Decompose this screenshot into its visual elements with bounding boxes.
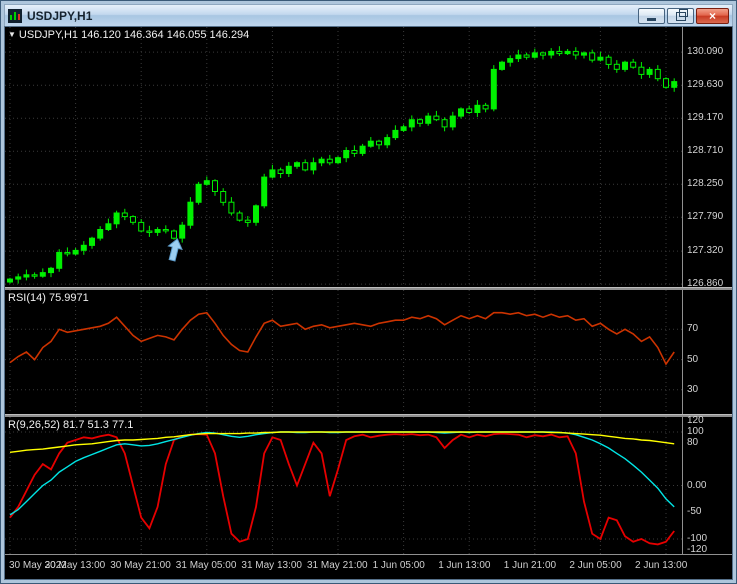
ohlc-info-text: USDJPY,H1 146.120 146.364 146.055 146.29… <box>18 29 250 41</box>
axis-tick-label: 129.170 <box>687 112 724 124</box>
window-titlebar[interactable]: USDJPY,H1 × <box>4 4 733 26</box>
time-tick-label: 31 May 21:00 <box>307 560 368 571</box>
chart-frame: ▼ USDJPY,H1 146.120 146.364 146.055 146.2… <box>4 26 733 580</box>
time-tick-label: 2 Jun 05:00 <box>569 560 622 571</box>
axis-tick-label: 30 <box>687 383 699 395</box>
candlestick-chart[interactable] <box>5 27 682 287</box>
oscillator-chart[interactable] <box>5 417 682 554</box>
time-tick-label: 30 May 21:00 <box>110 560 171 571</box>
rsi-indicator-panel[interactable]: RSI(14) 75.9971 70 50 30 <box>5 290 732 414</box>
restore-icon <box>675 9 688 21</box>
chart-info-label: ▼ USDJPY,H1 146.120 146.364 146.055 146.2… <box>8 29 249 41</box>
oscillator-indicator-label: R(9,26,52) 81.7 51.3 77.1 <box>8 419 134 431</box>
axis-tick-label: -50 <box>687 506 702 518</box>
time-tick-label: 1 Jun 13:00 <box>438 560 491 571</box>
chart-window: USDJPY,H1 × ▼ USDJPY,H1 146.120 146.364 1… <box>0 0 737 584</box>
axis-tick-label: 50 <box>687 353 699 365</box>
axis-tick-label: 127.320 <box>687 245 724 257</box>
time-axis[interactable]: 30 May 2022 30 May 13:00 30 May 21:00 31 Ma… <box>5 554 732 579</box>
oscillator-indicator-panel[interactable]: R(9,26,52) 81.7 51.3 77.1 120 100 80 0.00 -5… <box>5 415 732 555</box>
rsi-axis[interactable]: 70 50 30 <box>682 290 732 414</box>
grid <box>5 290 682 414</box>
minimize-button[interactable] <box>638 7 665 24</box>
axis-tick-label: 129.630 <box>687 79 724 91</box>
symbol-dropdown-icon[interactable]: ▼ <box>8 30 16 39</box>
indicator-line <box>9 432 675 546</box>
indicator-line <box>9 311 675 366</box>
axis-tick-label: -100 <box>687 533 708 545</box>
price-chart-panel[interactable]: ▼ USDJPY,H1 146.120 146.364 146.055 146.2… <box>5 27 732 290</box>
rsi-chart[interactable] <box>5 290 682 414</box>
axis-tick-label: 120 <box>687 415 704 427</box>
indicator-line <box>9 431 675 516</box>
axis-tick-label: 128.250 <box>687 178 724 190</box>
axis-tick-label: 100 <box>687 425 704 437</box>
price-axis[interactable]: 130.090 129.630 129.170 128.710 128.250 127.7… <box>682 27 732 290</box>
axis-tick-label: 70 <box>687 323 699 335</box>
close-icon: × <box>708 8 716 23</box>
restore-button[interactable] <box>667 7 694 24</box>
window-controls: × <box>638 7 729 24</box>
minimize-icon <box>647 17 656 21</box>
time-tick-label: 2 Jun 13:00 <box>635 560 688 571</box>
time-tick-label: 31 May 13:00 <box>241 560 302 571</box>
axis-tick-label: 80 <box>687 436 699 448</box>
candles <box>7 46 678 284</box>
rsi-indicator-label: RSI(14) 75.9971 <box>8 292 89 304</box>
time-tick-label: 1 Jun 05:00 <box>372 560 425 571</box>
axis-tick-label: 130.090 <box>687 46 724 58</box>
axis-tick-label: 126.860 <box>687 278 724 290</box>
time-tick-label: 1 Jun 21:00 <box>503 560 557 571</box>
app-icon <box>8 8 22 23</box>
buy-arrow-annotation[interactable] <box>165 237 184 262</box>
axis-tick-label: 128.710 <box>687 145 724 157</box>
window-title: USDJPY,H1 <box>27 8 93 23</box>
axis-tick-label: 127.790 <box>687 211 724 223</box>
close-button[interactable]: × <box>696 7 729 24</box>
axis-tick-label: 0.00 <box>687 479 707 491</box>
time-tick-label: 30 May 13:00 <box>44 560 106 571</box>
time-tick-label: 31 May 05:00 <box>175 560 237 571</box>
oscillator-axis[interactable]: 120 100 80 0.00 -50 -100 -120 <box>682 415 732 555</box>
